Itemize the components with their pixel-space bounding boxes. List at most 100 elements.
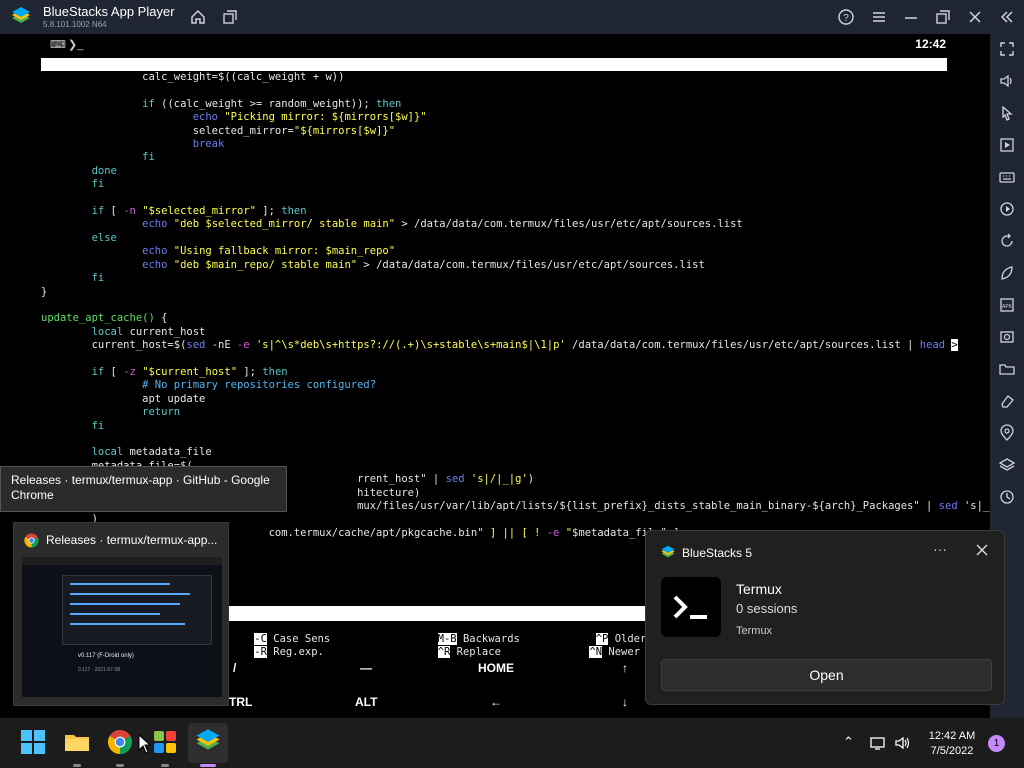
bluestacks-logo-icon: [12, 7, 30, 23]
layers-icon[interactable]: [998, 456, 1016, 474]
pointer-icon[interactable]: [998, 104, 1016, 122]
close-icon[interactable]: [966, 8, 984, 26]
erase-icon[interactable]: [998, 392, 1016, 410]
tray-time[interactable]: 12:42 AM: [926, 730, 978, 742]
window-version: 5.8.101.1002 N64: [43, 20, 107, 29]
collapse-sidebar-icon[interactable]: [998, 8, 1016, 26]
extra-key-dash[interactable]: —: [360, 661, 372, 675]
notification-open-button[interactable]: Open: [661, 659, 992, 691]
extra-key-alt[interactable]: ALT: [355, 695, 377, 709]
folder-icon[interactable]: [998, 360, 1016, 378]
code-line: fi: [142, 151, 155, 164]
multi-instance-icon[interactable]: [221, 8, 239, 26]
code-line: if [ -z "$current_host" ]; then: [91, 365, 288, 378]
code-line: break: [192, 138, 225, 151]
close-icon[interactable]: [975, 543, 989, 557]
chrome-taskbar-preview[interactable]: Releases · termux/termux-app... v0.117 (…: [13, 522, 229, 706]
preview-text: 0.117 · 2021-07-08: [78, 667, 121, 673]
volume-icon[interactable]: [894, 734, 912, 752]
notification-count-badge[interactable]: 1: [988, 735, 1005, 752]
status-time: 12:42: [915, 37, 946, 51]
help-key: ^N: [589, 646, 603, 658]
sync-icon[interactable]: [998, 488, 1016, 506]
preview-title: Releases · termux/termux-app...: [46, 533, 218, 547]
help-label: Reg.exp.: [273, 646, 324, 658]
titlebar: BlueStacks App Player 5.8.101.1002 N64 ?: [0, 0, 1024, 34]
eco-mode-icon[interactable]: [998, 264, 1016, 282]
running-indicator: [161, 764, 169, 767]
keyboard-icon[interactable]: [998, 168, 1016, 186]
chrome-icon: [24, 533, 39, 548]
notification-app-name: BlueStacks 5: [682, 546, 753, 560]
code-line: local metadata_file: [91, 446, 212, 459]
extra-key-home[interactable]: HOME: [478, 661, 514, 675]
nano-help-bar: [229, 606, 647, 621]
volume-icon[interactable]: [998, 72, 1016, 90]
media-icon[interactable]: [998, 136, 1016, 154]
window-title: BlueStacks App Player: [43, 4, 175, 19]
bluestacks-notification[interactable]: BlueStacks 5 ··· Termux 0 sessions Termu…: [645, 530, 1005, 705]
code-line: fi: [91, 419, 105, 432]
tray-date[interactable]: 7/5/2022: [926, 745, 978, 757]
code-line: echo "deb $selected_mirror/ stable main"…: [142, 218, 743, 231]
code-line: apt update: [41, 392, 206, 405]
macro-icon[interactable]: [998, 200, 1016, 218]
running-indicator: [116, 764, 124, 767]
code-line: current_host=$(sed -nE -e 's|^\s*deb\s+h…: [41, 339, 958, 352]
location-icon[interactable]: [998, 424, 1016, 442]
chevron-up-icon[interactable]: ⌃: [843, 734, 854, 750]
code-line: if ((calc_weight >= random_weight)); the…: [142, 97, 402, 110]
help-key: -R: [254, 646, 267, 658]
android-status-bar: ⌨ ❯_ 12:42: [0, 34, 990, 56]
code-line: # No primary repositories configured?: [41, 379, 377, 392]
preview-text: v0.117 (F-Droid only): [78, 653, 134, 659]
svg-text:APK: APK: [1002, 304, 1013, 310]
screenshot-icon[interactable]: [998, 328, 1016, 346]
notification-subtitle: 0 sessions: [736, 601, 798, 616]
preview-image: v0.117 (F-Droid only) 0.117 · 2021-07-08: [22, 557, 222, 697]
home-icon[interactable]: [189, 8, 207, 26]
apk-icon[interactable]: APK: [998, 296, 1016, 314]
minimize-icon[interactable]: [902, 8, 920, 26]
fullscreen-icon[interactable]: [998, 40, 1016, 58]
bluestacks-multi-icon[interactable]: [151, 728, 179, 756]
svg-text:?: ?: [843, 13, 849, 24]
extra-key-left[interactable]: ←: [490, 695, 502, 709]
code-line: if [ -n "$selected_mirror" ]; then: [91, 205, 307, 218]
help-label: Replace: [456, 646, 501, 658]
code-line: return: [142, 406, 181, 419]
code-line: done: [91, 164, 117, 177]
help-key: ^R: [437, 646, 451, 658]
help-icon[interactable]: ?: [837, 8, 855, 26]
mouse-cursor-icon: [138, 733, 152, 754]
code-line: calc_weight=$((calc_weight + w)): [41, 71, 345, 83]
extra-key-up[interactable]: ↑: [622, 661, 628, 675]
bluestacks-logo-icon: [661, 545, 675, 558]
more-icon[interactable]: ···: [933, 541, 947, 557]
notification-title: Termux: [736, 581, 782, 597]
code-line: }: [41, 285, 48, 298]
start-icon[interactable]: [19, 728, 47, 756]
network-icon[interactable]: [869, 734, 887, 752]
code-line: echo "deb $main_repo/ stable main" > /da…: [142, 258, 705, 271]
bluestacks-icon[interactable]: [194, 728, 222, 756]
menu-icon[interactable]: [870, 8, 888, 26]
code-line: echo "Using fallback mirror: $main_repo": [142, 245, 396, 258]
restore-icon[interactable]: [934, 8, 952, 26]
running-indicator: [73, 764, 81, 767]
extra-key-ctrl[interactable]: TRL: [229, 695, 252, 709]
extra-key-down[interactable]: ↓: [622, 695, 628, 709]
chrome-icon[interactable]: [106, 728, 134, 756]
keyboard-icon: ⌨: [50, 39, 66, 51]
nano-header: GNU nano 6.0 /data/data/com.termux/files…: [41, 58, 947, 96]
file-explorer-icon[interactable]: [63, 728, 91, 756]
extra-key-slash[interactable]: /: [233, 661, 236, 675]
nano-help-row-2: -R Reg.exp. ^R Replace ^N Newer: [229, 634, 640, 670]
rotate-icon[interactable]: [998, 232, 1016, 250]
chrome-tooltip: Releases · termux/termux-app · GitHub - …: [0, 466, 287, 512]
